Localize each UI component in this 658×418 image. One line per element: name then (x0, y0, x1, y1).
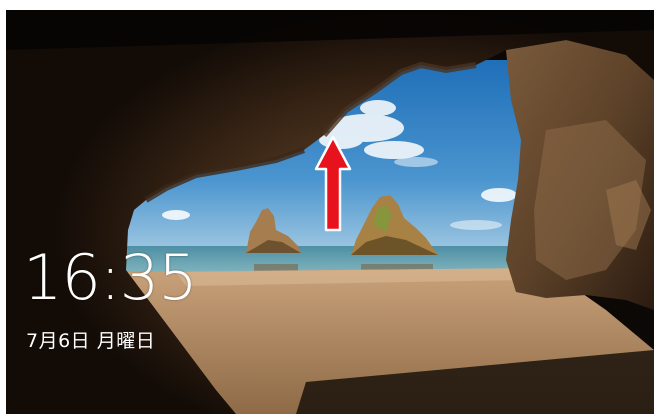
lock-screen-date: 7月6日 月曜日 (26, 330, 156, 352)
lock-screen-time: 16:35 (23, 241, 198, 314)
arrow-up-icon[interactable] (313, 134, 353, 234)
